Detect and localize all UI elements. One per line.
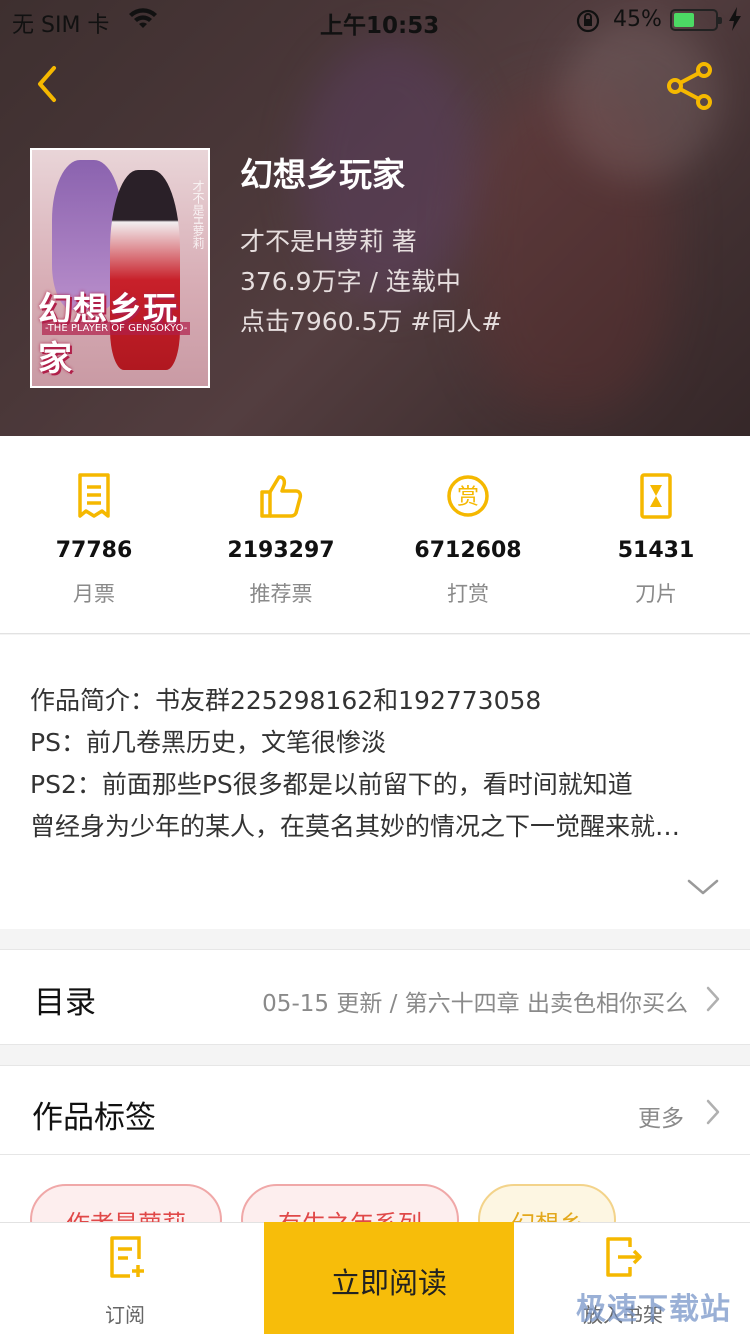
stat-label: 推荐票 <box>249 582 313 606</box>
cover-subtitle: -THE PLAYER OF GENSOKYO- <box>42 322 191 335</box>
stat-recommend-ticket[interactable]: 2193297 推荐票 <box>187 436 375 634</box>
catalog-row[interactable]: 目录 05-15 更新 / 第六十四章 出卖色相你买么 <box>0 949 750 1045</box>
book-word-count: 376.9万字 / 连载中 <box>240 267 461 296</box>
wifi-icon <box>128 8 158 36</box>
stat-label: 刀片 <box>635 582 677 606</box>
back-button[interactable] <box>28 60 68 108</box>
subscribe-icon <box>110 1236 144 1278</box>
charging-icon <box>728 7 742 37</box>
stat-value: 6712608 <box>414 538 522 563</box>
watermark: 极速下载站 <box>576 1292 731 1327</box>
stat-blade[interactable]: 51431 刀片 <box>562 436 750 634</box>
stat-label: 月票 <box>73 582 115 606</box>
chevron-left-icon <box>38 66 56 102</box>
battery-icon <box>670 9 722 31</box>
clock: 上午10:53 <box>320 13 440 39</box>
status-bar: 无 SIM 卡 上午10:53 45% <box>0 0 750 40</box>
stats-panel: 77786 月票 2193297 推荐票 赏 6712608 打赏 51431 … <box>0 436 750 634</box>
rotation-lock-icon <box>575 8 601 40</box>
thumbs-up-icon <box>260 475 303 518</box>
chevron-right-icon[interactable] <box>704 1097 722 1127</box>
stat-value: 2193297 <box>227 538 335 563</box>
subscribe-label: 订阅 <box>105 1303 145 1327</box>
share-icon <box>667 62 712 110</box>
read-now-button[interactable]: 立即阅读 <box>264 1222 514 1334</box>
tags-section: 作品标签 更多 作者是萝莉 有生之年系列 幻想乡 <box>0 1065 750 1256</box>
stat-value: 77786 <box>55 538 133 563</box>
stat-reward[interactable]: 赏 6712608 打赏 <box>374 436 562 634</box>
book-clicks-genre: 点击7960.5万 #同人# <box>240 307 503 336</box>
book-intro[interactable]: 作品简介：书友群225298162和192773058 PS：前几卷黑历史，文笔… <box>0 635 750 929</box>
add-to-shelf-icon <box>606 1237 642 1277</box>
tags-title: 作品标签 <box>32 1100 156 1136</box>
intro-line: PS2：前面那些PS很多都是以前留下的，看时间就知道 <box>30 770 633 799</box>
battery-percent: 45% <box>613 7 662 32</box>
subscribe-button[interactable]: 订阅 <box>70 1223 180 1334</box>
share-button[interactable] <box>664 60 716 112</box>
book-author[interactable]: 才不是H萝莉 著 <box>240 222 417 258</box>
tags-more-link[interactable]: 更多 <box>638 1099 684 1133</box>
stat-value: 51431 <box>617 538 695 563</box>
chevron-down-icon[interactable] <box>686 875 720 899</box>
catalog-title: 目录 <box>34 985 96 1021</box>
stat-monthly-ticket[interactable]: 77786 月票 <box>0 436 188 634</box>
book-cover[interactable]: 才不是H萝莉 幻想乡玩家 -THE PLAYER OF GENSOKYO- <box>30 148 210 388</box>
latest-chapter: 05-15 更新 / 第六十四章 出卖色相你买么 <box>262 991 688 1017</box>
intro-line: 曾经身为少年的某人，在莫名其妙的情况之下一觉醒来就… <box>30 812 681 841</box>
carrier-label: 无 SIM 卡 <box>12 13 110 38</box>
monthly-ticket-icon <box>78 473 110 518</box>
blade-icon <box>640 473 672 519</box>
svg-text:赏: 赏 <box>457 485 479 510</box>
chevron-right-icon <box>706 986 720 1012</box>
book-title: 幻想乡玩家 <box>240 155 405 194</box>
reward-coin-icon: 赏 <box>447 475 489 517</box>
intro-line: PS：前几卷黑历史，文笔很惨淡 <box>30 728 386 757</box>
cover-author-text: 才不是H萝莉 <box>191 180 205 250</box>
stat-label: 打赏 <box>447 582 489 606</box>
intro-line: 作品简介：书友群225298162和192773058 <box>30 686 542 715</box>
